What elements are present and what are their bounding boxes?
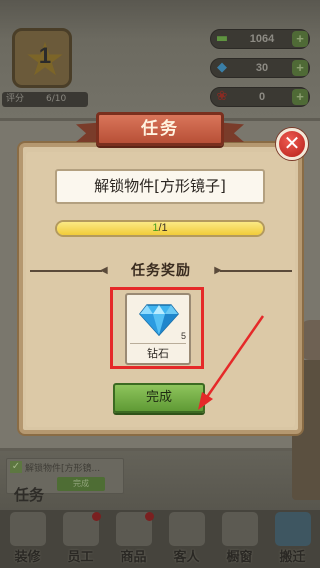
tab-label: 客人 [173, 550, 200, 565]
rose-counter: ❀ 0 + [210, 87, 310, 107]
level-number: 1 [38, 43, 52, 68]
task-description: 解锁物件[方形镜子] [94, 177, 226, 195]
task-progress-bar: 1/1 [55, 220, 265, 237]
task-tracker-complete-button[interactable]: 完成 [57, 477, 105, 491]
tab-showcase[interactable]: 橱窗 [213, 510, 266, 568]
add-rose-button[interactable]: + [292, 89, 308, 105]
divider-right [220, 270, 292, 272]
tab-goods[interactable]: 商品 [107, 510, 160, 568]
rose-icon: ❀ [216, 89, 228, 104]
notification-dot [92, 512, 101, 521]
task-label: 任务 [14, 486, 45, 504]
reward-name: 钻石 [147, 347, 169, 360]
reward-separator [130, 343, 186, 344]
dialog-title: 任务 [141, 119, 179, 139]
cash-counter: ▬ 1064 + [210, 29, 310, 49]
complete-button[interactable]: 完成 [113, 383, 205, 413]
tab-relocate[interactable]: 搬迁 [266, 510, 319, 568]
toolbox-icon [10, 512, 46, 546]
bottom-nav: 装修 员工 商品 客人 橱窗 搬迁 [0, 510, 320, 568]
reward-header: ◀ 任务奖励 ▶ [30, 261, 292, 281]
tab-customers[interactable]: 客人 [160, 510, 213, 568]
customer-icon [169, 512, 205, 546]
tab-decorate[interactable]: 装修 [1, 510, 54, 568]
rose-value: 0 [258, 91, 266, 103]
tab-label: 商品 [120, 550, 147, 565]
checkmark-icon: ✓ [10, 461, 22, 473]
close-icon: ✕ [283, 131, 301, 155]
add-cash-button[interactable]: + [292, 31, 308, 47]
reward-count: 5 [180, 331, 186, 341]
diamond-icon: ◆ [217, 60, 227, 75]
complete-button-label: 完成 [145, 390, 172, 405]
diamond-counter: ◆ 30 + [210, 58, 310, 78]
floor-trim [0, 448, 320, 451]
notification-dot [145, 512, 154, 521]
tab-label: 橱窗 [226, 550, 253, 565]
level-badge[interactable]: ★ 1 [12, 28, 72, 88]
customer-figure-head [300, 320, 320, 360]
dialog-title-ribbon: 任务 [96, 112, 224, 146]
rating-label: 评分 [6, 94, 25, 104]
tab-staff[interactable]: 员工 [54, 510, 107, 568]
cash-icon: ▬ [215, 31, 229, 46]
diamond-value: 30 [255, 62, 269, 74]
window-icon [222, 512, 258, 546]
progress-total: /1 [158, 222, 168, 234]
cash-value: 1064 [249, 33, 275, 45]
rating-value: 6/10 [46, 94, 67, 104]
task-tracker-text: 解锁物件[方形镜... [25, 464, 101, 474]
tab-label: 员工 [67, 550, 94, 565]
rating-bar: 评分 6/10 [2, 92, 88, 107]
relocate-icon [275, 512, 311, 546]
close-button[interactable]: ✕ [276, 128, 308, 160]
tab-label: 装修 [14, 550, 41, 565]
task-description-box: 解锁物件[方形镜子] [55, 169, 265, 204]
tab-label: 搬迁 [279, 550, 306, 565]
progress-text: 1/1 [57, 222, 263, 235]
add-diamond-button[interactable]: + [292, 60, 308, 76]
reward-card[interactable]: 5 钻石 [125, 293, 191, 365]
diamond-icon [139, 304, 179, 337]
